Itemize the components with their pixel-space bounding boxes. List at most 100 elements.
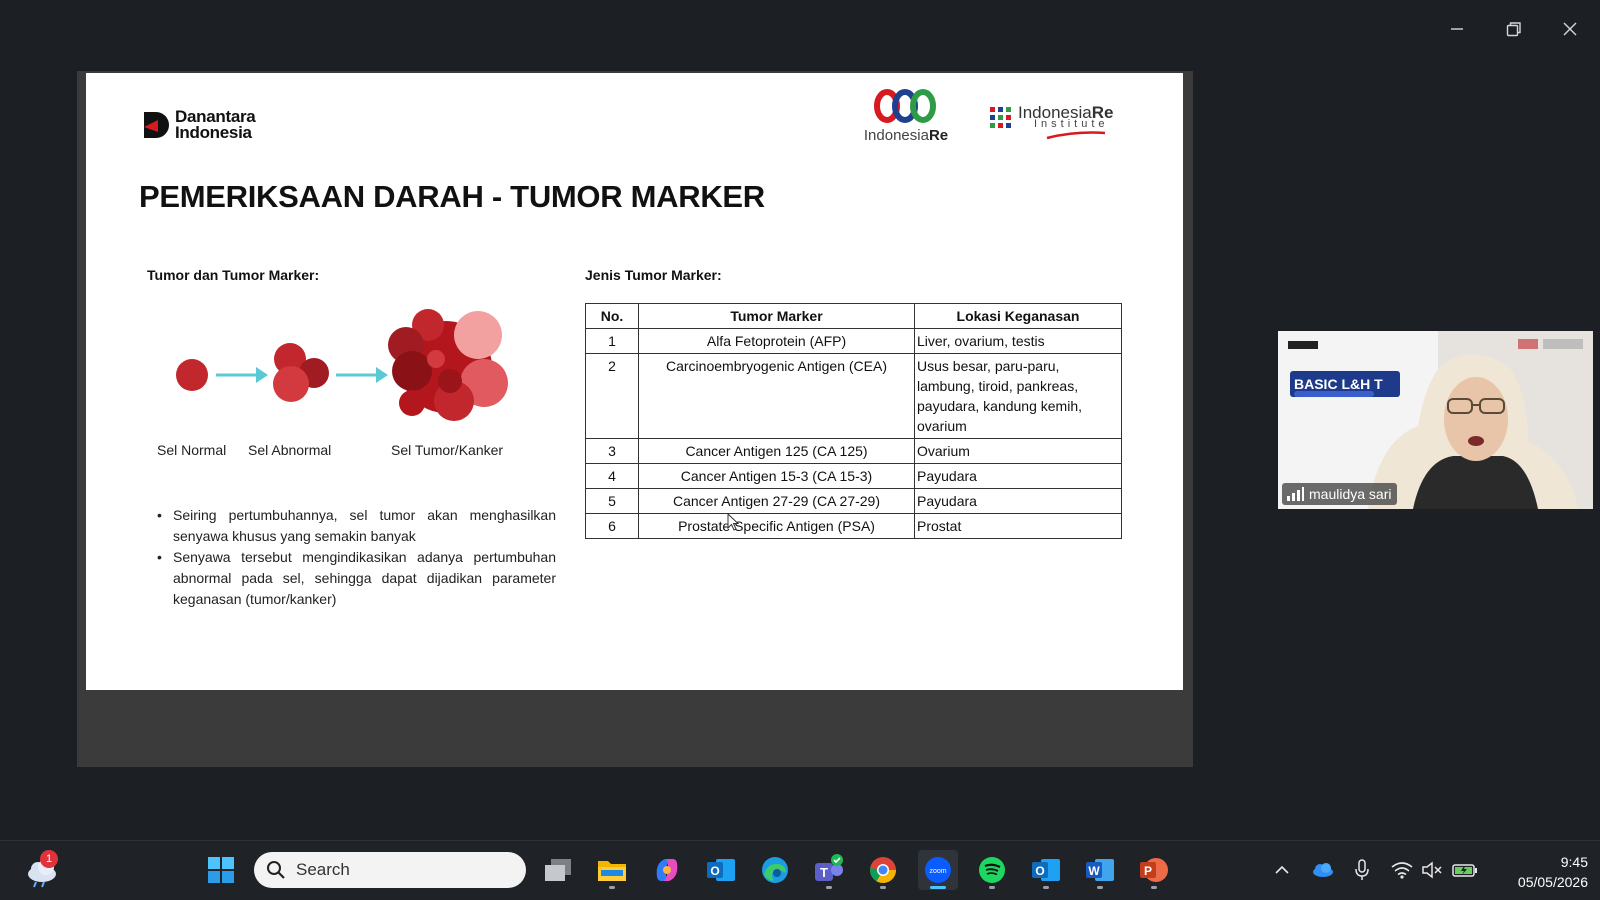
system-clock[interactable]: 9:45 05/05/2026	[1488, 852, 1588, 892]
cell-marker: Alfa Fetoprotein (AFP)	[638, 328, 915, 354]
svg-text:W: W	[1088, 864, 1100, 878]
table-header-row: No. Tumor Marker Lokasi Keganasan	[585, 303, 1122, 329]
cell-location: Usus besar, paru-paru, lambung, tiroid, …	[914, 353, 1122, 439]
cell-no: 4	[585, 463, 639, 489]
teams-icon: T	[815, 854, 843, 881]
chevron-up-icon	[1275, 865, 1289, 874]
right-section-heading: Jenis Tumor Marker:	[585, 267, 722, 283]
onedrive-cloud-icon	[1313, 863, 1333, 877]
svg-text:P: P	[1144, 864, 1152, 878]
indonesia-re-institute-logo: IndonesiaRe Institute	[990, 103, 1130, 143]
running-indicator	[609, 886, 615, 889]
taskbar-app-word[interactable]: W	[1080, 850, 1120, 890]
shared-screen: Danantara Indonesia IndonesiaRe Indonesi…	[77, 71, 1193, 767]
taskbar-app-chrome[interactable]	[863, 850, 903, 890]
windows-start-icon	[208, 857, 234, 883]
institute-swoosh-icon	[1046, 131, 1106, 140]
search-placeholder: Search	[296, 860, 350, 879]
svg-text:O: O	[710, 864, 719, 878]
powerpoint-icon: P	[1140, 858, 1168, 882]
arrow-1	[216, 367, 268, 383]
task-view-icon	[545, 859, 571, 881]
table-row: 1 Alfa Fetoprotein (AFP) Liver, ovarium,…	[585, 328, 1122, 354]
cell-location: Ovarium	[914, 438, 1122, 464]
running-indicator	[1151, 886, 1157, 889]
word-icon: W	[1086, 859, 1114, 881]
label-normal-cell: Sel Normal	[157, 442, 227, 458]
cell-location: Prostat	[914, 513, 1122, 539]
folder-icon	[598, 861, 626, 881]
battery-charging-icon	[1452, 864, 1477, 877]
danantara-logo: Danantara Indonesia	[142, 108, 256, 141]
cell-no: 6	[585, 513, 639, 539]
taskbar-app-powerpoint[interactable]: P	[1134, 850, 1174, 890]
taskbar-search[interactable]: Search	[254, 852, 526, 888]
start-button[interactable]	[201, 850, 241, 890]
onedrive-button[interactable]	[1309, 857, 1335, 883]
cell-no: 5	[585, 488, 639, 514]
participant-name-tag: maulidya sari	[1282, 483, 1398, 505]
signal-strength-icon	[1287, 487, 1304, 501]
active-indicator	[930, 886, 946, 889]
participant-name: maulidya sari	[1309, 486, 1392, 502]
abnormal-cell	[273, 343, 329, 402]
taskbar-app-zoom[interactable]: zoom	[918, 850, 958, 890]
participant-video-tile[interactable]: BASIC L&H T maulidya sari	[1278, 331, 1593, 509]
running-indicator	[1043, 886, 1049, 889]
cell-marker: Carcinoembryogenic Antigen (CEA)	[638, 353, 915, 439]
wifi-button[interactable]	[1389, 857, 1415, 883]
svg-text:T: T	[820, 865, 828, 880]
bullet-1: Seiring pertumbuhannya, sel tumor akan m…	[157, 505, 556, 547]
svg-text:O: O	[1035, 864, 1044, 878]
taskbar-app-spotify[interactable]	[972, 850, 1012, 890]
tumor-cell-cluster	[388, 309, 508, 421]
wifi-icon	[1391, 862, 1413, 879]
indonesia-re-rings-icon	[874, 89, 936, 123]
svg-text:zoom: zoom	[929, 868, 946, 875]
bullet-2: Senyawa tersebut mengindikasikan adanya …	[157, 547, 556, 610]
indonesia-re-logo: IndonesiaRe	[854, 89, 958, 149]
table-row: 2 Carcinoembryogenic Antigen (CEA) Usus …	[585, 353, 1122, 439]
label-abnormal-cell: Sel Abnormal	[248, 442, 332, 458]
restore-button[interactable]	[1497, 12, 1531, 46]
volume-muted-icon	[1422, 861, 1442, 879]
battery-button[interactable]	[1452, 857, 1478, 883]
running-indicator	[826, 886, 832, 889]
cell-location: Payudara	[914, 488, 1122, 514]
indonesia-re-prefix: Indonesia	[863, 127, 929, 144]
cell-no: 3	[585, 438, 639, 464]
cell-marker: Cancer Antigen 15-3 (CA 15-3)	[638, 463, 915, 489]
microphone-button[interactable]	[1349, 857, 1375, 883]
minimize-icon	[1451, 28, 1463, 30]
running-indicator	[1097, 886, 1103, 889]
volume-button[interactable]	[1419, 857, 1445, 883]
cell-no: 2	[585, 353, 639, 439]
cell-marker: Cancer Antigen 27-29 (CA 27-29)	[638, 488, 915, 514]
taskbar-app-outlook[interactable]: O	[701, 850, 741, 890]
taskbar-app-copilot[interactable]	[647, 850, 687, 890]
close-icon	[1563, 22, 1577, 36]
spotify-icon	[979, 857, 1005, 883]
minimize-button[interactable]	[1440, 12, 1474, 46]
search-icon	[267, 861, 285, 879]
taskbar-app-file-explorer[interactable]	[592, 850, 632, 890]
bullet-list: Seiring pertumbuhannya, sel tumor akan m…	[157, 505, 556, 610]
danantara-mark-icon	[144, 112, 169, 138]
show-hidden-icons-button[interactable]	[1269, 857, 1295, 883]
taskbar-app-outlook-new[interactable]: O	[1026, 850, 1066, 890]
notification-badge: 1	[40, 850, 58, 868]
restore-icon	[1506, 22, 1521, 37]
task-view-button[interactable]	[538, 850, 578, 890]
close-button[interactable]	[1553, 12, 1587, 46]
slide-title: PEMERIKSAAN DARAH - TUMOR MARKER	[139, 179, 765, 214]
institute-dots-icon	[990, 107, 1011, 128]
label-tumor-cell: Sel Tumor/Kanker	[391, 442, 504, 458]
outlook-icon: O	[707, 859, 735, 881]
table-row: 5 Cancer Antigen 27-29 (CA 27-29) Payuda…	[585, 488, 1122, 514]
presentation-slide: Danantara Indonesia IndonesiaRe Indonesi…	[86, 73, 1183, 690]
taskbar-app-edge[interactable]	[755, 850, 795, 890]
tumor-marker-table: No. Tumor Marker Lokasi Keganasan 1 Alfa…	[585, 303, 1122, 539]
normal-cell	[176, 359, 208, 391]
edge-icon	[762, 857, 788, 883]
taskbar-app-teams[interactable]: T	[809, 850, 849, 890]
